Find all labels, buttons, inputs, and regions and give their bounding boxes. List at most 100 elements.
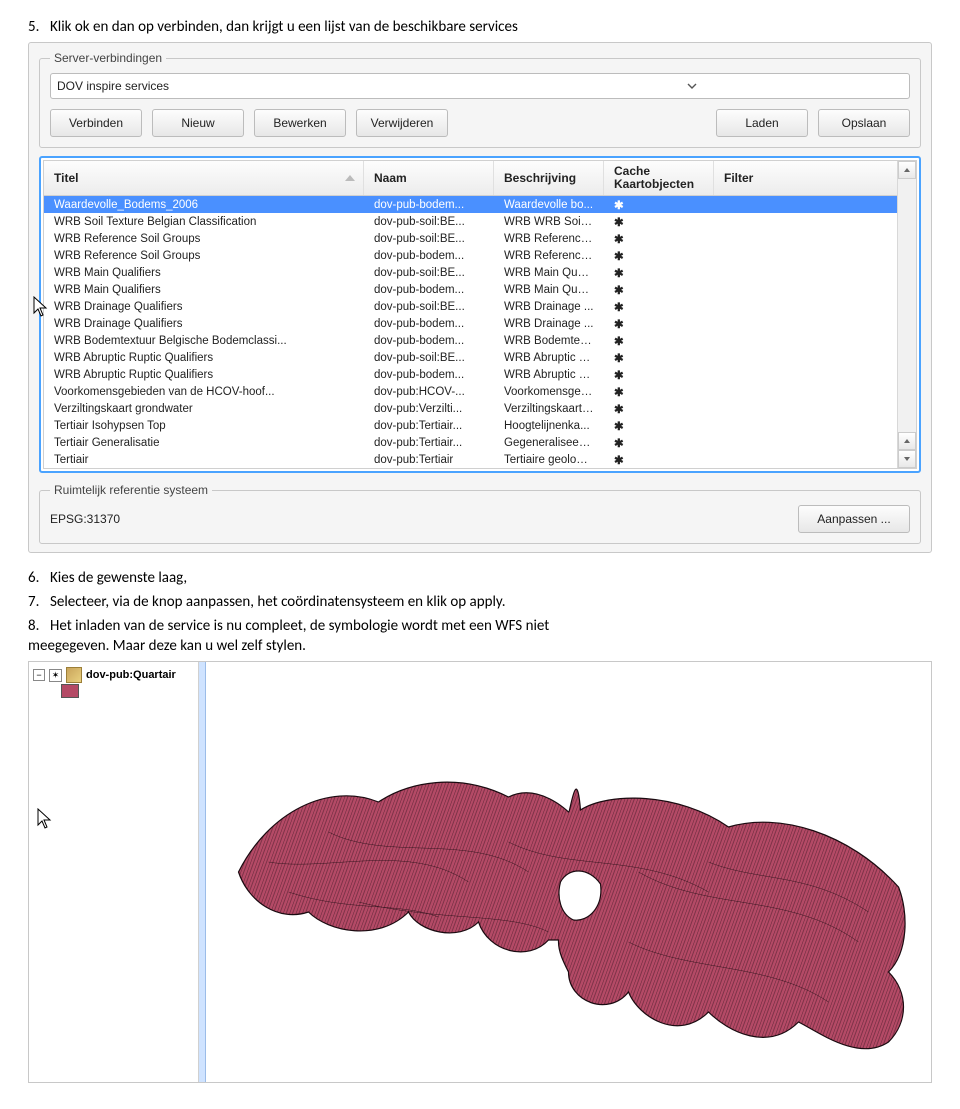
cell-beschrijving: Hoogtelijnenka... [494, 420, 604, 432]
step-5-text: Klik ok en dan op verbinden, dan krijgt … [50, 18, 518, 36]
cell-cache: ✱ [604, 368, 714, 382]
new-button[interactable]: Nieuw [152, 109, 244, 137]
cell-beschrijving: WRB Drainage ... [494, 301, 604, 313]
cell-beschrijving: Gegeneraliseerd... [494, 437, 604, 449]
cell-cache: ✱ [604, 402, 714, 416]
col-filter[interactable]: Filter [714, 161, 897, 195]
cell-titel: WRB Main Qualifiers [44, 267, 364, 279]
table-row[interactable]: WRB Main Qualifiersdov-pub-bodem...WRB M… [44, 281, 897, 298]
table-row[interactable]: WRB Reference Soil Groupsdov-pub-soil:BE… [44, 230, 897, 247]
cell-cache: ✱ [604, 198, 714, 212]
step-5: 5.Klik ok en dan op verbinden, dan krijg… [28, 18, 932, 36]
cell-naam: dov-pub:HCOV-... [364, 386, 494, 398]
collapse-icon[interactable]: − [33, 669, 45, 681]
cell-beschrijving: WRB Reference ... [494, 233, 604, 245]
cell-beschrijving: WRB WRB Soil T... [494, 216, 604, 228]
connect-button[interactable]: Verbinden [50, 109, 142, 137]
crs-change-button[interactable]: Aanpassen ... [798, 505, 910, 533]
cell-cache: ✱ [604, 453, 714, 467]
layer-list: Titel Naam Beschrijving Cache Kaartobjec… [39, 156, 921, 473]
table-row[interactable]: WRB Drainage Qualifiersdov-pub-bodem...W… [44, 315, 897, 332]
cell-naam: dov-pub:Tertiair... [364, 420, 494, 432]
scroll-up-icon[interactable] [898, 161, 916, 179]
step-8-line1: 8.Het inladen van de service is nu compl… [28, 617, 932, 635]
layers-panel: − ✶ dov-pub:Quartair [29, 662, 199, 1082]
load-button[interactable]: Laden [716, 109, 808, 137]
table-row[interactable]: Tertiairdov-pub:TertiairTertiaire geolog… [44, 451, 897, 468]
layer-checkbox[interactable]: ✶ [49, 669, 62, 682]
cell-cache: ✱ [604, 351, 714, 365]
cell-titel: Voorkomensgebieden van de HCOV-hoof... [44, 386, 364, 398]
save-button[interactable]: Opslaan [818, 109, 910, 137]
cell-titel: Tertiair Generalisatie [44, 437, 364, 449]
cell-titel: WRB Reference Soil Groups [44, 250, 364, 262]
table-row[interactable]: WRB Drainage Qualifiersdov-pub-soil:BE..… [44, 298, 897, 315]
scroll-track[interactable] [898, 179, 916, 432]
scroll-up-icon-2[interactable] [898, 432, 916, 450]
step-8b-text: meegegeven. Maar deze kan u wel zelf sty… [28, 637, 306, 655]
step-7: 7.Selecteer, via de knop aanpassen, het … [28, 593, 932, 611]
step-8-line2: meegegeven. Maar deze kan u wel zelf sty… [28, 637, 932, 655]
chevron-down-icon [480, 79, 903, 93]
cell-cache: ✱ [604, 215, 714, 229]
server-connections-legend: Server-verbindingen [50, 51, 166, 65]
cell-cache: ✱ [604, 232, 714, 246]
step-6-text: Kies de gewenste laag, [50, 569, 187, 587]
server-connections-group: Server-verbindingen DOV inspire services… [39, 51, 921, 148]
table-row[interactable]: Tertiair Generalisatiedov-pub:Tertiair..… [44, 434, 897, 451]
map-canvas[interactable] [206, 662, 931, 1082]
scroll-down-icon[interactable] [898, 450, 916, 468]
map-window: − ✶ dov-pub:Quartair [28, 661, 932, 1083]
col-naam[interactable]: Naam [364, 161, 494, 195]
table-row[interactable]: WRB Reference Soil Groupsdov-pub-bodem..… [44, 247, 897, 264]
cell-titel: WRB Main Qualifiers [44, 284, 364, 296]
cell-cache: ✱ [604, 300, 714, 314]
cell-beschrijving: Waardevolle bo... [494, 199, 604, 211]
cell-naam: dov-pub-bodem... [364, 335, 494, 347]
table-row[interactable]: WRB Abruptic Ruptic Qualifiersdov-pub-so… [44, 349, 897, 366]
cursor-icon [37, 808, 198, 833]
cell-beschrijving: Tertiaire geologi... [494, 454, 604, 466]
cell-naam: dov-pub-soil:BE... [364, 216, 494, 228]
col-cache[interactable]: Cache Kaartobjecten [604, 161, 714, 195]
table-row[interactable]: Tertiair Isohypsen Topdov-pub:Tertiair..… [44, 417, 897, 434]
cell-cache: ✱ [604, 249, 714, 263]
step-8a-text: Het inladen van de service is nu complee… [50, 617, 549, 635]
cell-beschrijving: WRB Abruptic R... [494, 369, 604, 381]
scrollbar-vertical[interactable] [897, 161, 916, 468]
cell-naam: dov-pub-soil:BE... [364, 352, 494, 364]
table-row[interactable]: WRB Bodemtextuur Belgische Bodemclassi..… [44, 332, 897, 349]
cell-naam: dov-pub:Tertiair [364, 454, 494, 466]
cell-beschrijving: Verziltingskaart ... [494, 403, 604, 415]
delete-button[interactable]: Verwijderen [356, 109, 448, 137]
connection-buttons: Verbinden Nieuw Bewerken Verwijderen Lad… [50, 109, 910, 137]
col-titel[interactable]: Titel [44, 161, 364, 195]
cell-cache: ✱ [604, 334, 714, 348]
layer-list-header: Titel Naam Beschrijving Cache Kaartobjec… [44, 161, 897, 196]
cell-beschrijving: WRB Reference ... [494, 250, 604, 262]
cell-cache: ✱ [604, 283, 714, 297]
cell-beschrijving: Voorkomensgeb... [494, 386, 604, 398]
cell-titel: Waardevolle_Bodems_2006 [44, 199, 364, 211]
col-beschrijving[interactable]: Beschrijving [494, 161, 604, 195]
layer-item[interactable]: − ✶ dov-pub:Quartair [33, 666, 194, 684]
layer-swatch [61, 684, 79, 698]
cell-titel: WRB Soil Texture Belgian Classification [44, 216, 364, 228]
edit-button[interactable]: Bewerken [254, 109, 346, 137]
table-row[interactable]: WRB Main Qualifiersdov-pub-soil:BE...WRB… [44, 264, 897, 281]
cell-cache: ✱ [604, 419, 714, 433]
cell-cache: ✱ [604, 266, 714, 280]
cell-beschrijving: WRB Main Qual... [494, 284, 604, 296]
cell-naam: dov-pub-soil:BE... [364, 267, 494, 279]
map-region [239, 782, 906, 1049]
connection-combo[interactable]: DOV inspire services [50, 73, 910, 99]
table-row[interactable]: Waardevolle_Bodems_2006dov-pub-bodem...W… [44, 196, 897, 213]
table-row[interactable]: WRB Soil Texture Belgian Classificationd… [44, 213, 897, 230]
panel-splitter[interactable] [199, 662, 206, 1082]
server-connections-dialog: Server-verbindingen DOV inspire services… [28, 42, 932, 553]
table-row[interactable]: Verziltingskaart grondwaterdov-pub:Verzi… [44, 400, 897, 417]
crs-group: Ruimtelijk referentie systeem EPSG:31370… [39, 483, 921, 544]
cell-naam: dov-pub-bodem... [364, 284, 494, 296]
table-row[interactable]: Voorkomensgebieden van de HCOV-hoof...do… [44, 383, 897, 400]
table-row[interactable]: WRB Abruptic Ruptic Qualifiersdov-pub-bo… [44, 366, 897, 383]
